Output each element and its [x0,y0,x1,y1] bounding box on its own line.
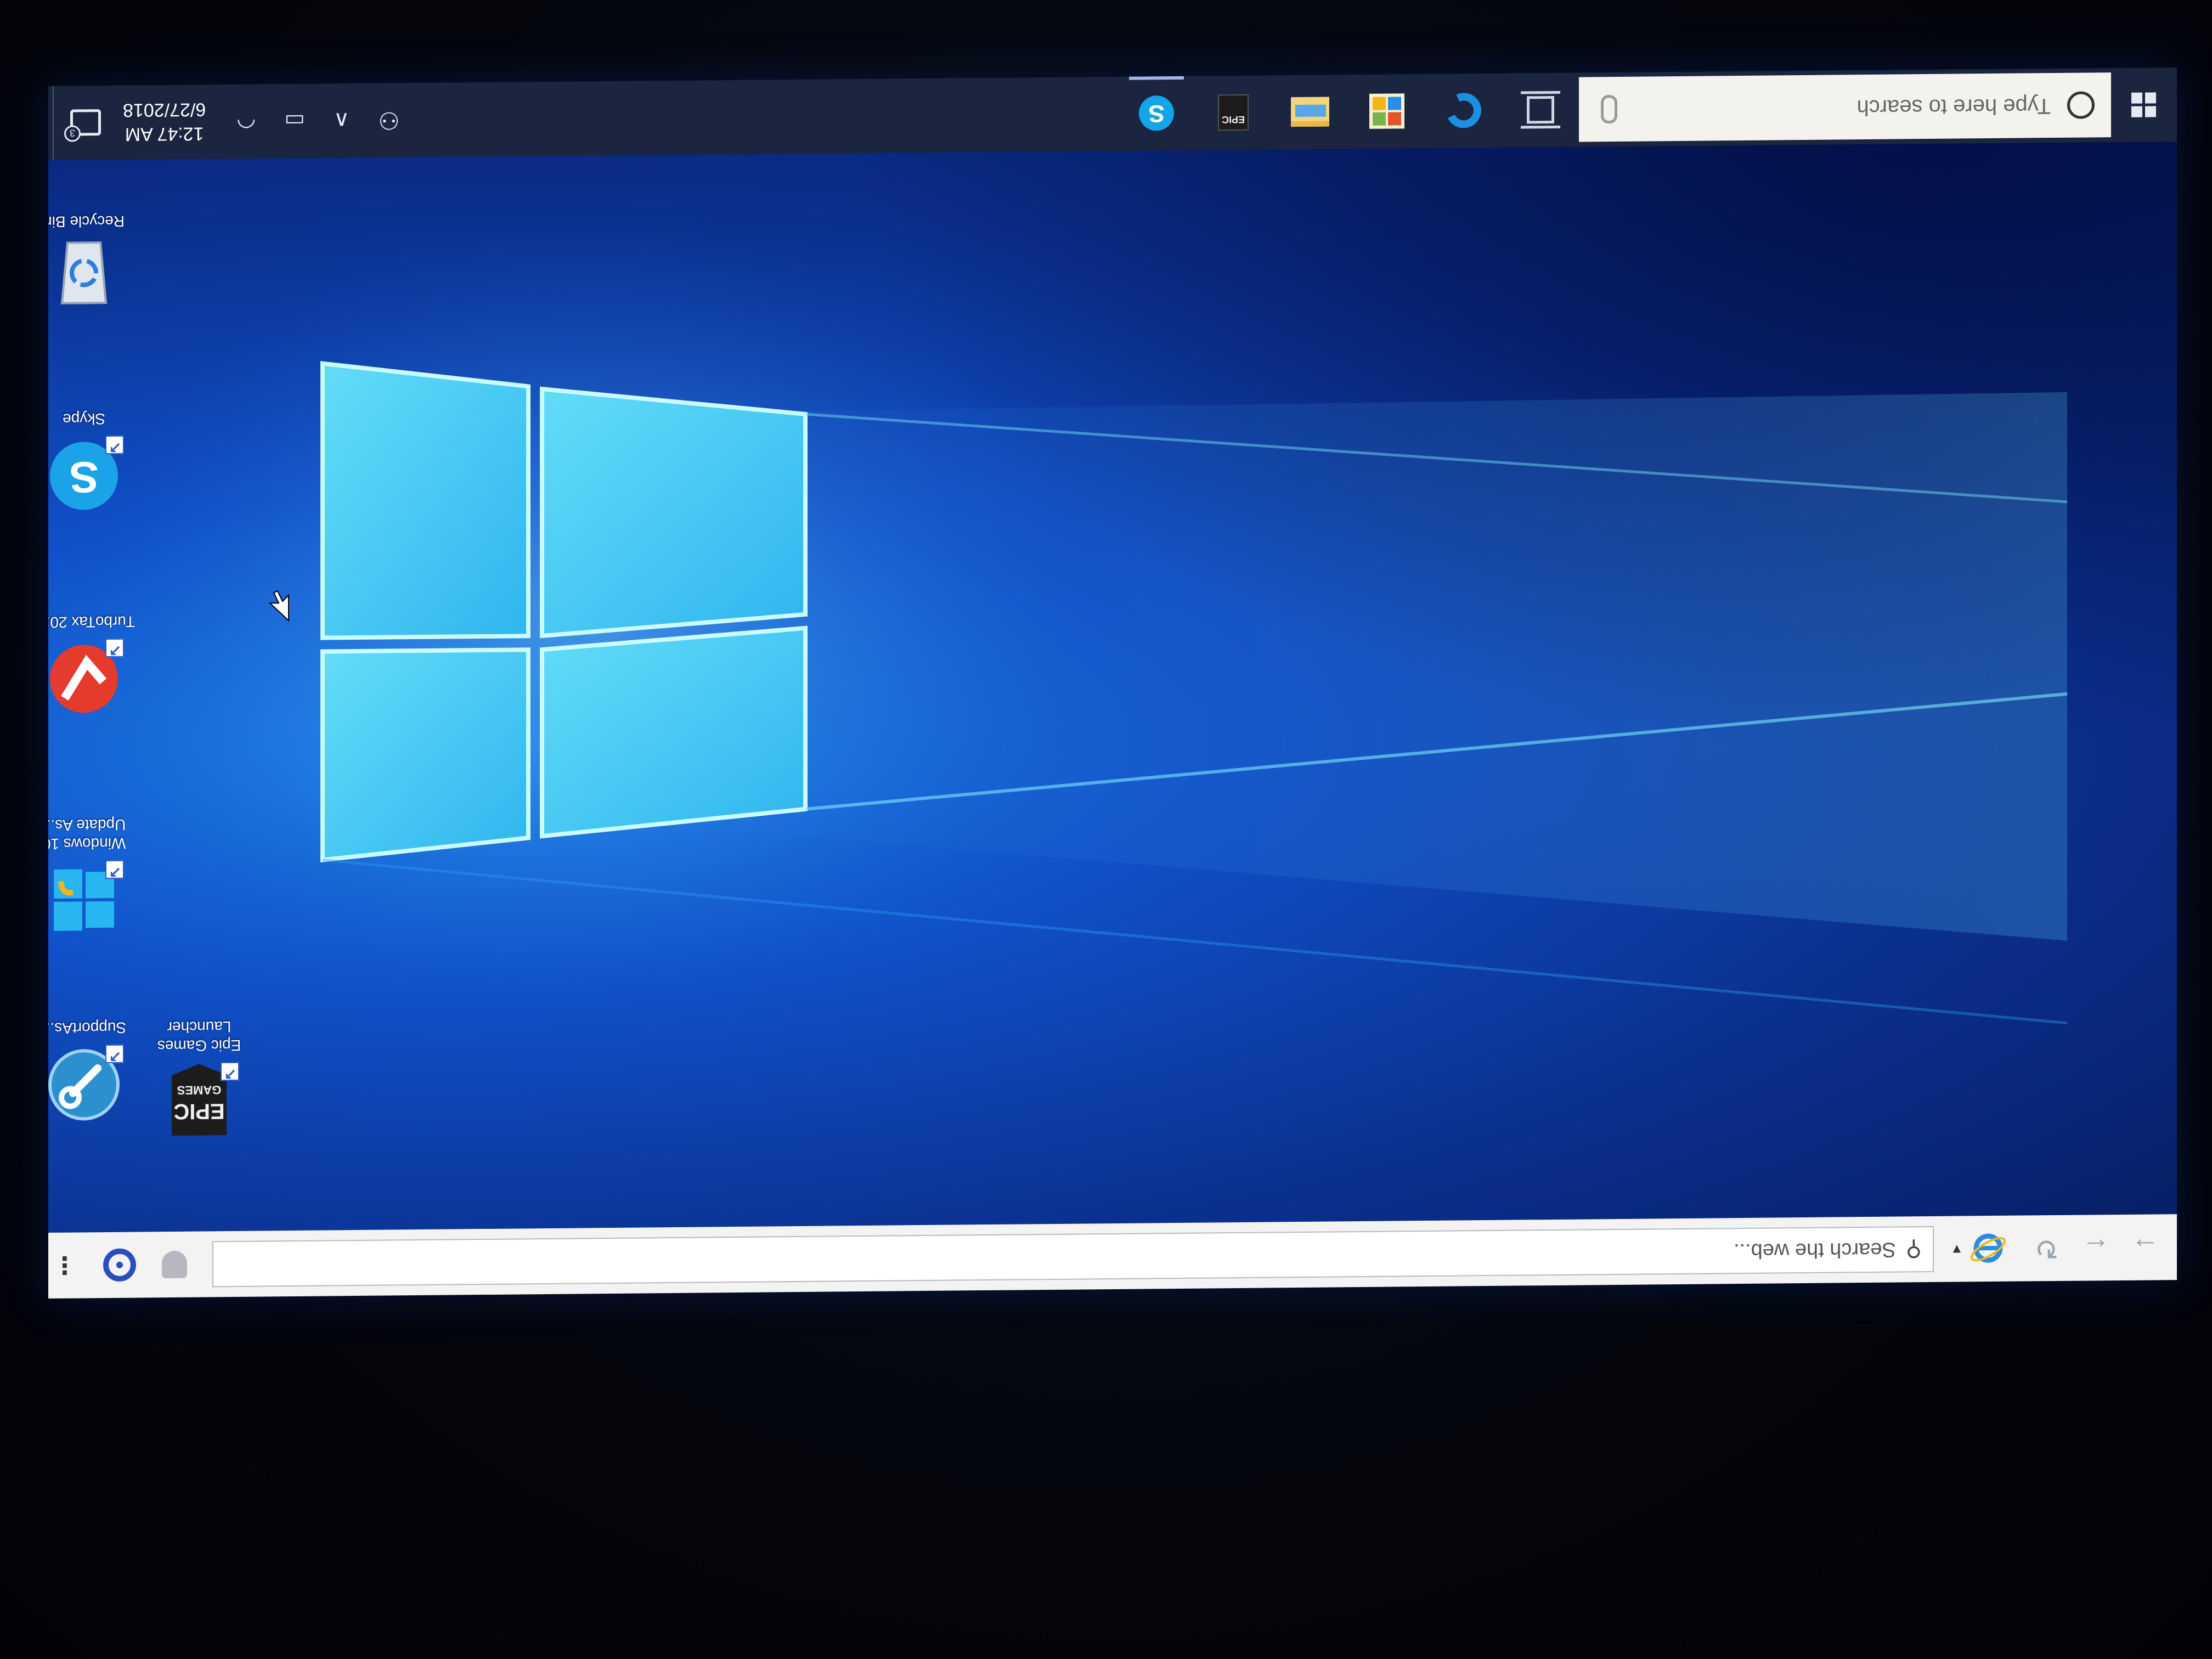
desktop-icon-label: Recycle Bin [48,212,125,231]
browser-logo-button[interactable] [103,1248,136,1282]
people-icon[interactable]: ⚇ [378,106,399,134]
web-search-placeholder: Search the web... [1733,1238,1896,1263]
taskbar-file-explorer[interactable] [1272,75,1348,149]
epic-logo-text-sub: GAMES [177,1083,222,1097]
shortcut-arrow-icon [105,860,124,879]
shortcut-arrow-icon [105,1044,124,1064]
internet-explorer-icon[interactable] [1969,1229,2007,1268]
desktop-icon-label: Windows 10 Update As... [48,816,126,853]
store-icon [1369,93,1404,129]
shield-button[interactable] [158,1248,191,1282]
desktop-icon-windows-update-assistant[interactable]: Windows 10 Update As... [48,815,136,943]
desktop-icon-recycle-bin[interactable]: Recycle Bin [48,212,136,320]
recycle-bin-icon [48,237,125,320]
system-tray: ⚇ ∧ ▭ ◠ 12:47 AM 6/27/2018 3 [48,83,414,160]
clock-time: 12:47 AM [125,123,204,145]
epic-games-icon: EPIC GAMES [158,1061,240,1144]
battery-icon[interactable]: ▭ [284,108,305,133]
browser-logo-icon [103,1248,136,1282]
notification-count-badge: 3 [64,125,81,143]
clock[interactable]: 12:47 AM 6/27/2018 [123,98,206,146]
taskbar-epic-games[interactable]: EPIC [1195,75,1272,150]
wifi-icon[interactable]: ◠ [236,109,256,134]
folder-icon [1291,97,1329,127]
epic-games-icon: EPIC [1218,94,1249,131]
taskbar-store[interactable] [1348,74,1425,149]
refresh-button[interactable]: ↻ [2029,1231,2064,1266]
microphone-icon[interactable] [1601,95,1617,124]
skype-icon: S [48,435,125,517]
windows-logo-icon [2131,92,2157,117]
shield-icon [161,1250,187,1279]
windows-update-assistant-icon [48,859,125,942]
epic-logo-text-main: EPIC [173,1099,224,1124]
menu-button[interactable]: ⋮ [48,1249,81,1282]
start-button[interactable] [2111,67,2177,142]
shortcut-arrow-icon [221,1062,239,1081]
task-view-icon [1527,96,1554,124]
desktop-icon-label: Epic Games Launcher [157,1018,241,1055]
support-assistant-icon [48,1043,125,1126]
monitor-screen: → ← ↻ ▼ ⚲ Search the web... ⋮ Recycle Bi… [48,67,2177,1299]
desktop-icon-label: TurboTax 2017 [48,613,135,631]
desktop-icon-label: Skype [63,410,105,428]
svg-text:S: S [69,453,98,501]
chevron-up-icon[interactable]: ∧ [334,108,349,133]
action-center-icon[interactable]: 3 [64,109,101,143]
taskbar-edge[interactable] [1425,74,1502,148]
skype-icon: S [1139,95,1174,132]
forward-button[interactable]: → [2128,1229,2163,1265]
mouse-cursor-icon [268,590,289,622]
desktop-icon-epic-games[interactable]: EPIC GAMES Epic Games Launcher [147,1017,251,1144]
show-desktop-button[interactable] [48,86,54,160]
windows-10-wallpaper [92,224,2068,1025]
search-icon: ⚲ [1905,1237,1922,1262]
edge-icon [1441,88,1487,133]
kebab-menu-icon: ⋮ [52,1251,77,1279]
desktop-icon-turbotax[interactable]: TurboTax 2017 [48,612,136,721]
clock-date: 6/27/2018 [123,99,206,121]
shortcut-arrow-icon [105,638,124,658]
back-button[interactable]: ← [2079,1230,2114,1266]
taskbar-search-box[interactable]: Type here to search [1579,72,2111,143]
desktop-icon-skype[interactable]: S Skype [48,409,136,518]
turbotax-icon [48,637,125,720]
desktop-icon-support-assistant[interactable]: SupportAs... [48,1018,136,1127]
shortcut-arrow-icon [105,435,124,455]
taskbar-task-view[interactable] [1502,73,1579,148]
desktop[interactable]: Recycle Bin S Skype TurboTax 2017 Window… [48,142,2177,1233]
taskbar-search-placeholder: Type here to search [1857,94,2051,120]
desktop-icon-label: SupportAs... [48,1019,127,1037]
dropdown-caret-icon[interactable]: ▼ [1950,1241,1963,1256]
taskbar-skype[interactable]: S [1118,76,1195,151]
cortana-icon[interactable] [2067,91,2095,120]
web-search-input[interactable]: ⚲ Search the web... [212,1226,1934,1288]
